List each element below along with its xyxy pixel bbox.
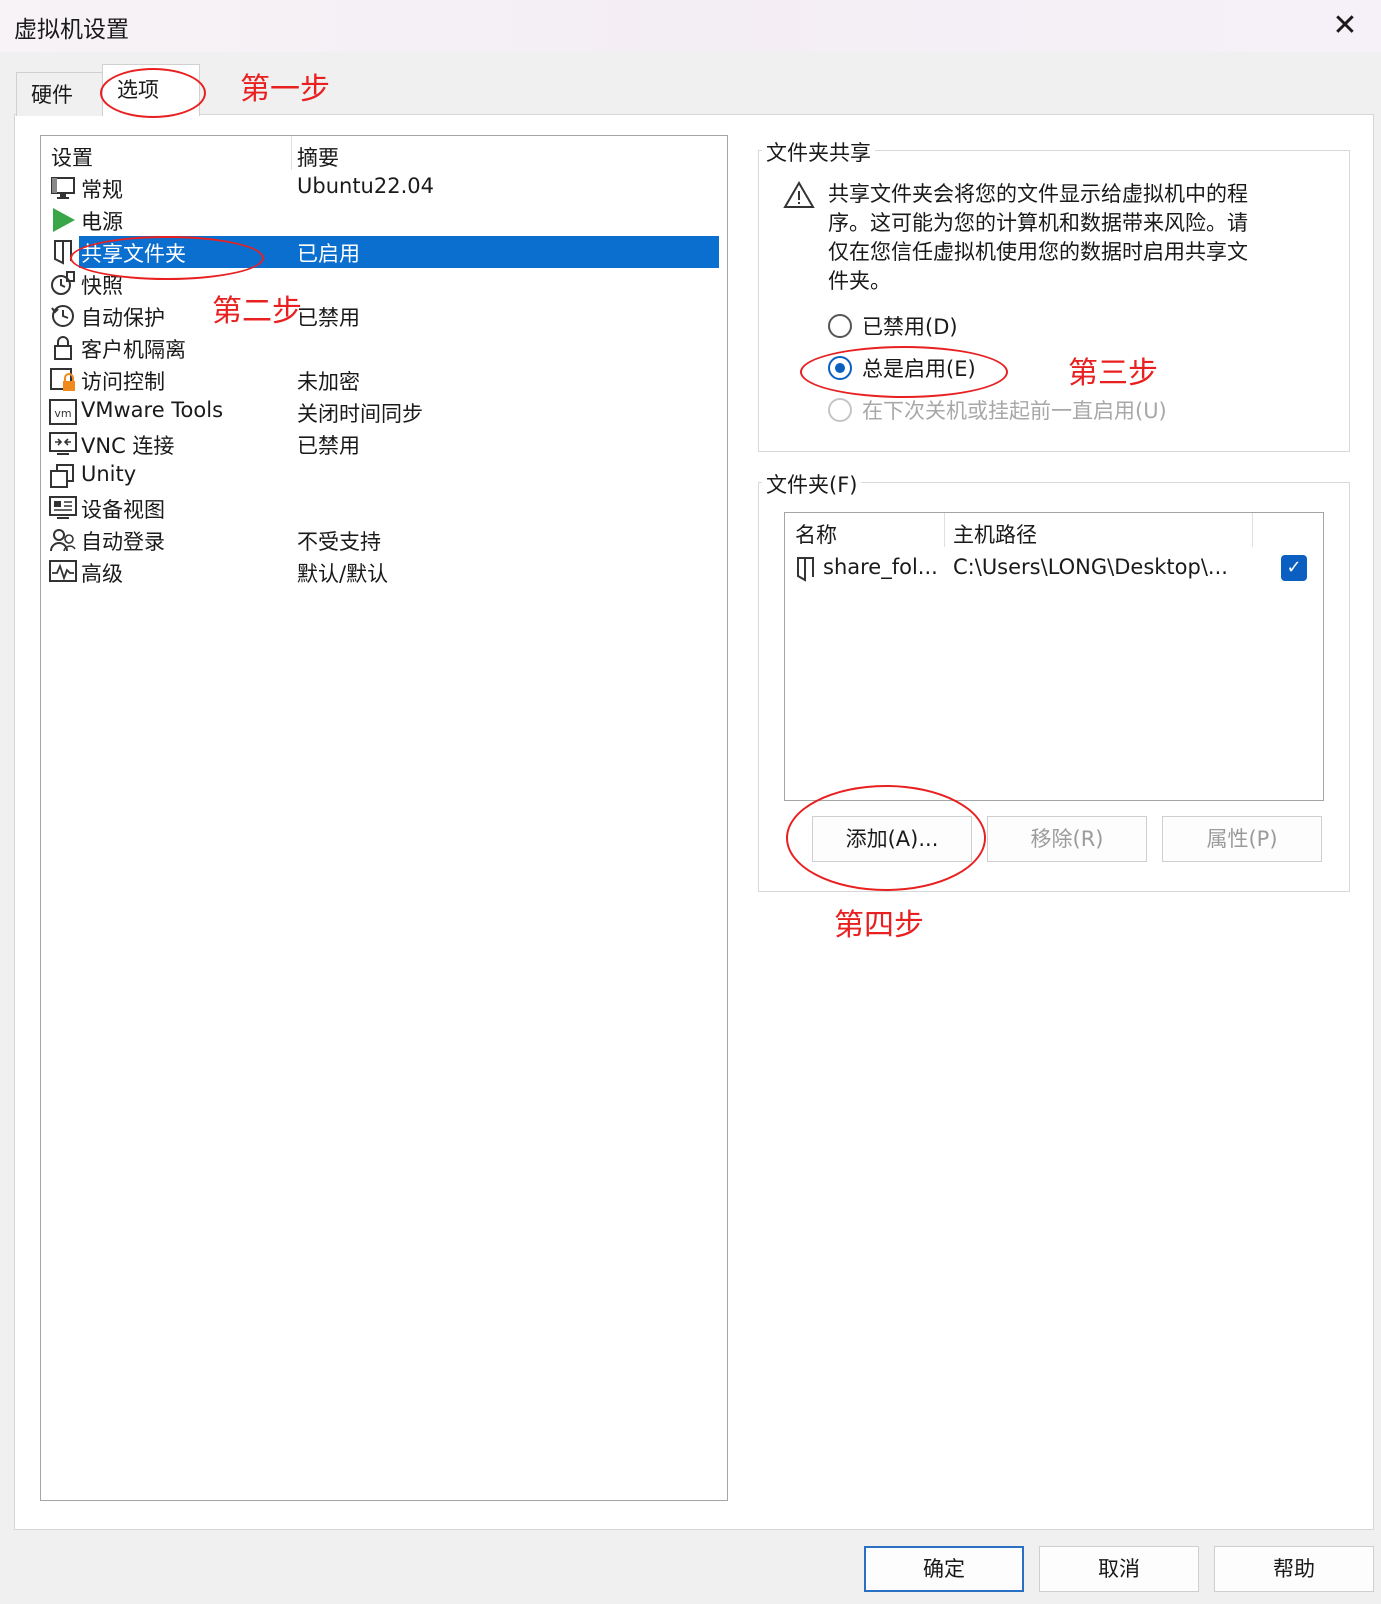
annotation-step1: 第一步 <box>240 72 330 107</box>
title-bar <box>0 0 1381 52</box>
snapshot-icon <box>51 271 75 295</box>
close-icon: ✕ <box>1332 8 1358 43</box>
folder-enabled-checkbox[interactable]: ✓ <box>1281 555 1307 581</box>
radio-circle <box>828 398 852 422</box>
settings-row-power[interactable]: 电源 <box>45 204 717 236</box>
settings-row-label: 自动登录 <box>81 530 165 554</box>
settings-row-summary: 已禁用 <box>297 434 360 458</box>
annotation-step4: 第四步 <box>834 908 924 943</box>
settings-row-device-view[interactable]: 设备视图 <box>45 492 717 524</box>
column-divider[interactable] <box>944 513 945 547</box>
folder-sharing-title: 文件夹共享 <box>762 137 875 167</box>
window-title: 虚拟机设置 <box>14 17 129 43</box>
settings-row-label: 自动保护 <box>81 306 165 330</box>
settings-row-label: VNC 连接 <box>81 434 175 458</box>
column-divider[interactable] <box>1252 513 1253 547</box>
settings-row-summary: 未加密 <box>297 370 360 394</box>
settings-row-summary: 关闭时间同步 <box>297 402 423 426</box>
close-button[interactable]: ✕ <box>1323 4 1367 48</box>
folder-list[interactable]: 名称 主机路径 share_fol... C:\Users\LONG\Deskt… <box>784 512 1324 801</box>
lock-icon <box>54 336 72 360</box>
cancel-button[interactable]: 取消 <box>1039 1546 1199 1592</box>
annotation-circle-step4 <box>786 785 986 891</box>
settings-row-access-control[interactable]: 访问控制 未加密 <box>45 364 717 396</box>
settings-list[interactable]: 设置 摘要 常规 Ubuntu22.04 电源 共享文件夹 已启用 快照 自动保… <box>40 135 728 1501</box>
settings-row-label: 电源 <box>81 210 123 234</box>
column-header-setting[interactable]: 设置 <box>51 142 93 172</box>
folders-title: 文件夹(F) <box>762 469 862 499</box>
settings-row-label: Unity <box>81 462 137 486</box>
users-icon <box>50 529 76 552</box>
annotation-circle-step1 <box>100 68 206 118</box>
settings-row-autoprotect[interactable]: 自动保护 已禁用 <box>45 300 717 332</box>
settings-row-label: 设备视图 <box>81 498 165 522</box>
tab-hardware[interactable]: 硬件 <box>16 72 104 116</box>
clock-icon <box>51 305 74 327</box>
settings-row-label: 常规 <box>81 178 123 202</box>
column-header-summary[interactable]: 摘要 <box>297 142 339 172</box>
folder-path: C:\Users\LONG\Desktop\... <box>953 555 1228 579</box>
settings-row-summary: 默认/默认 <box>297 562 389 586</box>
settings-row-guest-isolation[interactable]: 客户机隔离 <box>45 332 717 364</box>
monitor-icon <box>51 177 75 199</box>
column-header-path[interactable]: 主机路径 <box>953 519 1037 549</box>
settings-row-label: 访问控制 <box>81 370 165 394</box>
properties-button: 属性(P) <box>1162 816 1322 862</box>
settings-row-vnc[interactable]: VNC 连接 已禁用 <box>45 428 717 460</box>
settings-row-label: 客户机隔离 <box>81 338 186 362</box>
annotation-step3: 第三步 <box>1068 356 1158 391</box>
play-icon <box>53 208 75 232</box>
vnc-icon <box>49 432 77 455</box>
checkmark-icon: ✓ <box>1286 557 1302 578</box>
settings-row-label: VMware Tools <box>81 398 224 422</box>
annotation-circle-step2 <box>70 236 264 280</box>
settings-row-summary: 已禁用 <box>297 306 360 330</box>
remove-button: 移除(R) <box>987 816 1147 862</box>
help-button[interactable]: 帮助 <box>1214 1546 1374 1592</box>
device-view-icon <box>49 496 77 519</box>
radio-label: 在下次关机或挂起前一直启用(U) <box>862 399 1167 423</box>
settings-row-vmware-tools[interactable]: vm VMware Tools 关闭时间同步 <box>45 396 717 428</box>
column-divider[interactable] <box>291 136 292 170</box>
unity-icon <box>50 464 74 488</box>
radio-circle[interactable] <box>828 314 852 338</box>
settings-row-unity[interactable]: Unity <box>45 460 717 492</box>
settings-row-general[interactable]: 常规 Ubuntu22.04 <box>45 172 717 204</box>
settings-row-advanced[interactable]: 高级 默认/默认 <box>45 556 717 588</box>
settings-row-summary: Ubuntu22.04 <box>297 174 434 198</box>
warning-icon <box>783 181 815 208</box>
annotation-circle-step3 <box>800 346 1008 398</box>
folder-name: share_fol... <box>823 555 938 579</box>
shared-folder-icon <box>797 557 814 582</box>
column-header-name[interactable]: 名称 <box>795 519 837 549</box>
warning-text: 共享文件夹会将您的文件显示给虚拟机中的程序。这可能为您的计算机和数据带来风险。请… <box>828 182 1248 293</box>
radio-label: 已禁用(D) <box>862 315 958 339</box>
pulse-icon <box>49 560 77 582</box>
settings-row-autologin[interactable]: 自动登录 不受支持 <box>45 524 717 556</box>
settings-row-summary: 不受支持 <box>297 530 381 554</box>
annotation-step2: 第二步 <box>212 294 302 329</box>
settings-row-summary: 已启用 <box>297 242 360 266</box>
svg-text:vm: vm <box>54 407 71 420</box>
access-control-icon <box>50 368 75 391</box>
vm-icon: vm <box>49 399 77 425</box>
ok-button[interactable]: 确定 <box>864 1546 1024 1592</box>
folder-row[interactable]: share_fol... C:\Users\LONG\Desktop\... ✓ <box>791 553 1315 587</box>
settings-row-label: 高级 <box>81 562 123 586</box>
